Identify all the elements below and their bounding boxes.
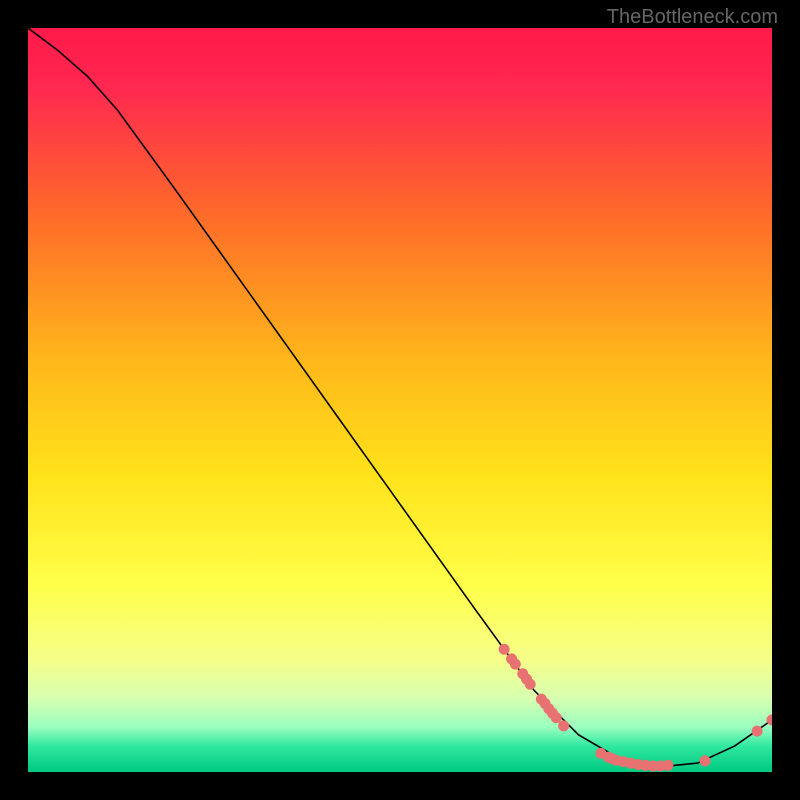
plot-area bbox=[28, 28, 772, 772]
chart-container: TheBottleneck.com bbox=[0, 0, 800, 800]
chart-svg bbox=[28, 28, 772, 772]
data-point bbox=[510, 659, 521, 670]
data-point bbox=[700, 755, 711, 766]
data-point bbox=[558, 720, 569, 731]
watermark-text: TheBottleneck.com bbox=[607, 6, 778, 29]
data-point bbox=[662, 760, 673, 771]
data-point bbox=[499, 644, 510, 655]
data-point bbox=[525, 679, 536, 690]
data-point bbox=[752, 726, 763, 737]
data-point bbox=[551, 712, 562, 723]
